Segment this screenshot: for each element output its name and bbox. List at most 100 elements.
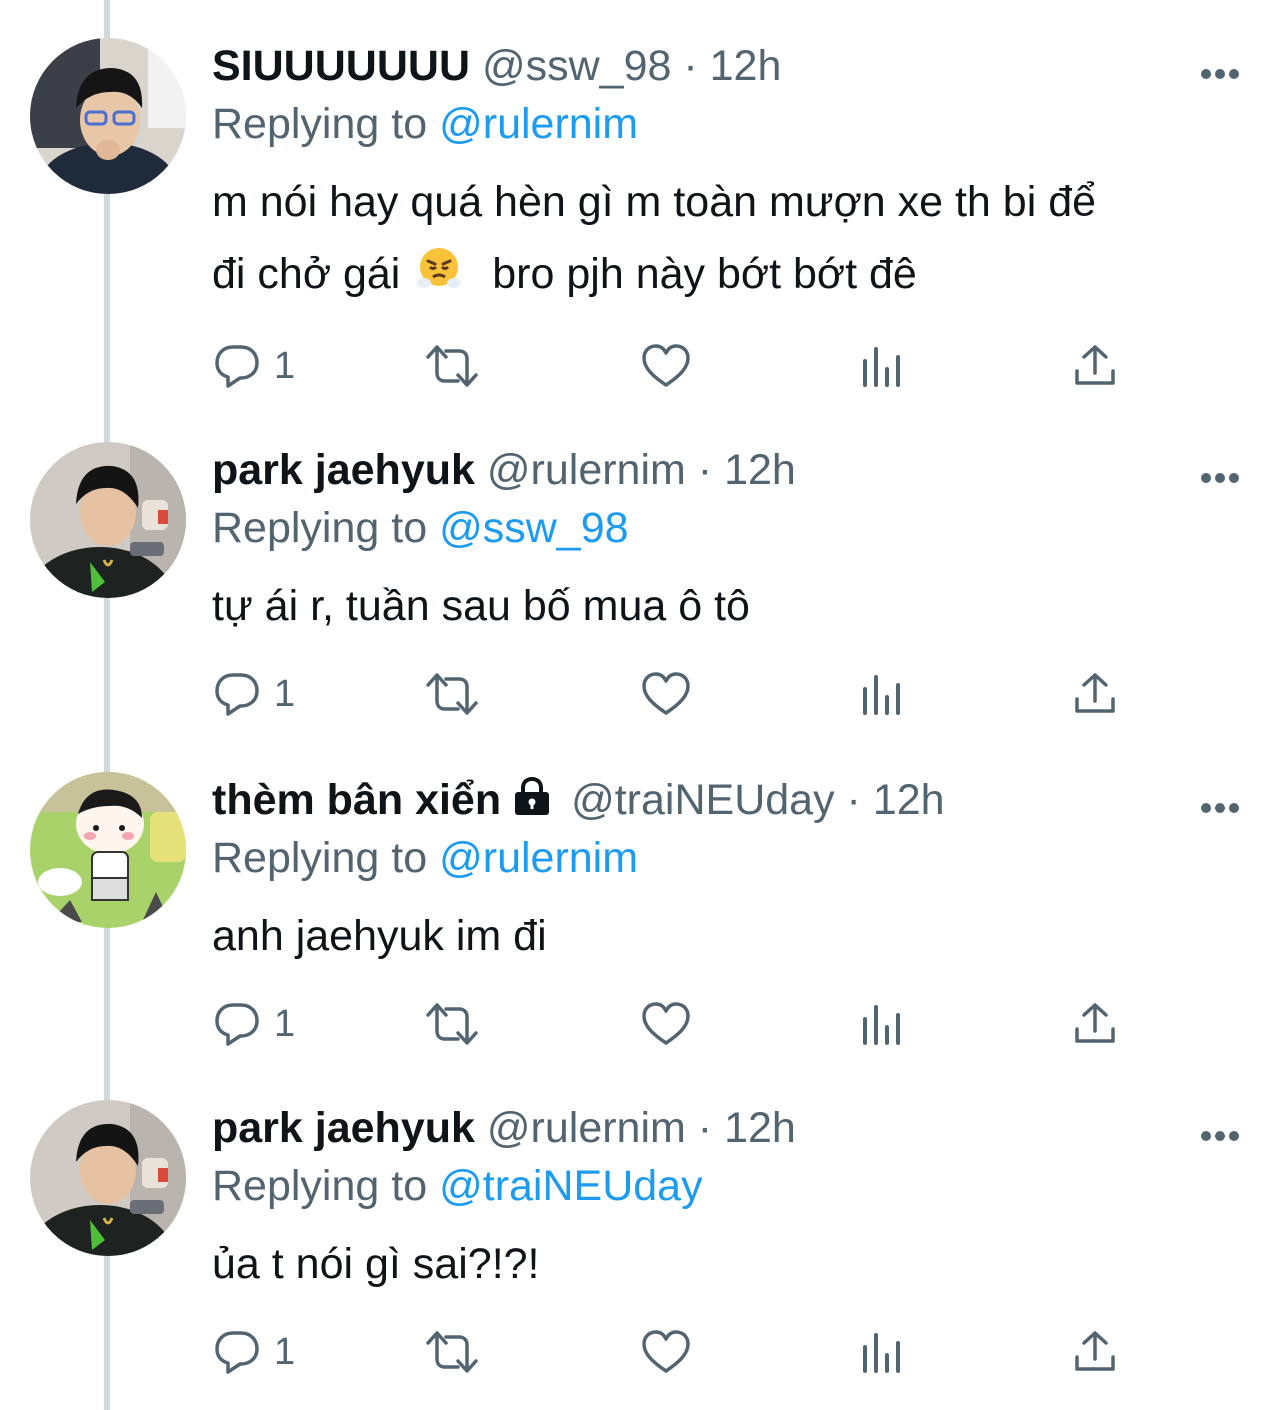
tweet-actions: 1 <box>0 664 1284 724</box>
reply-count: 1 <box>274 1330 296 1373</box>
tweet-text-line: anh jaehyuk im đi <box>212 912 547 960</box>
tweet-text: ủa t nói gì sai?!?! <box>212 1228 1242 1300</box>
separator-dot: · <box>697 1104 713 1152</box>
user-handle[interactable]: @traiNEUday <box>571 776 835 824</box>
heart-icon <box>641 1329 691 1375</box>
tweet-text-line: bro pjh này bớt bớt đê <box>492 250 917 298</box>
display-name[interactable]: park jaehyuk <box>212 1104 475 1152</box>
retweet-icon <box>424 1329 480 1375</box>
tweet-header: park jaehyuk @rulernim · 12h <box>212 442 796 498</box>
share-button[interactable] <box>1073 1322 1117 1382</box>
user-handle[interactable]: @rulernim <box>487 446 686 494</box>
user-handle[interactable]: @rulernim <box>487 1104 686 1152</box>
timestamp[interactable]: 12h <box>724 446 796 494</box>
replying-to: Replying to @rulernim <box>212 96 638 152</box>
display-name[interactable]: SIUUUUUUU <box>212 42 470 90</box>
like-button[interactable] <box>641 994 691 1054</box>
tweet-text-line: tự ái r, tuần sau bố mua ô tô <box>212 582 750 630</box>
reply-count: 1 <box>274 1002 296 1045</box>
tweet-text-line: m nói hay quá hèn gì m toàn mượn xe th b… <box>212 178 1097 226</box>
tweet-text-line: đi chở gái <box>212 250 401 298</box>
replying-to: Replying to @traiNEUday <box>212 1158 703 1214</box>
tweet-text: anh jaehyuk im đi <box>212 900 1242 972</box>
replying-to-link[interactable]: @ssw_98 <box>439 504 628 552</box>
lock-icon <box>509 775 555 831</box>
avatar[interactable] <box>30 1100 186 1256</box>
views-button[interactable] <box>860 336 904 396</box>
face-with-steam-from-nose-icon <box>416 241 462 313</box>
tweet-actions: 1 <box>0 336 1284 396</box>
replying-label: Replying to <box>212 1162 428 1210</box>
reply-button[interactable]: 1 <box>214 1322 295 1382</box>
tweet-actions: 1 <box>0 994 1284 1054</box>
retweet-icon <box>424 1001 480 1047</box>
more-icon[interactable] <box>1196 1108 1244 1148</box>
like-button[interactable] <box>641 664 691 724</box>
replying-label: Replying to <box>212 504 428 552</box>
reply-icon <box>214 1329 260 1375</box>
display-name[interactable]: park jaehyuk <box>212 446 475 494</box>
tweet-text: tự ái r, tuần sau bố mua ô tô <box>212 570 1242 642</box>
like-button[interactable] <box>641 1322 691 1382</box>
heart-icon <box>641 343 691 389</box>
share-icon <box>1073 343 1117 389</box>
tweet-header: park jaehyuk @rulernim · 12h <box>212 1100 796 1156</box>
reply-count: 1 <box>274 672 296 715</box>
timestamp[interactable]: 12h <box>724 1104 796 1152</box>
retweet-button[interactable] <box>424 336 480 396</box>
views-button[interactable] <box>860 994 904 1054</box>
timestamp[interactable]: 12h <box>873 776 945 824</box>
more-icon[interactable] <box>1196 46 1244 86</box>
views-icon <box>860 1001 904 1047</box>
replying-to: Replying to @rulernim <box>212 830 638 886</box>
avatar[interactable] <box>30 38 186 194</box>
reply-button[interactable]: 1 <box>214 336 295 396</box>
views-button[interactable] <box>860 1322 904 1382</box>
views-icon <box>860 1329 904 1375</box>
tweet-header: thèm bân xiển @traiNEUday · 12h <box>212 772 945 828</box>
separator-dot: · <box>846 776 861 824</box>
reply-icon <box>214 1001 260 1047</box>
replying-to-link[interactable]: @traiNEUday <box>439 1162 703 1210</box>
heart-icon <box>641 1001 691 1047</box>
avatar[interactable] <box>30 442 186 598</box>
views-icon <box>860 343 904 389</box>
retweet-button[interactable] <box>424 1322 480 1382</box>
more-icon[interactable] <box>1196 780 1244 820</box>
share-icon <box>1073 1001 1117 1047</box>
avatar[interactable] <box>30 772 186 928</box>
separator-dot: · <box>697 446 713 494</box>
replying-to: Replying to @ssw_98 <box>212 500 629 556</box>
share-button[interactable] <box>1073 994 1117 1054</box>
reply-icon <box>214 343 260 389</box>
retweet-icon <box>424 343 480 389</box>
display-name[interactable]: thèm bân xiển <box>212 776 501 824</box>
user-handle[interactable]: @ssw_98 <box>482 42 671 90</box>
tweet-text-line: ủa t nói gì sai?!?! <box>212 1240 540 1288</box>
reply-icon <box>214 671 260 717</box>
like-button[interactable] <box>641 336 691 396</box>
replying-label: Replying to <box>212 834 428 882</box>
heart-icon <box>641 671 691 717</box>
replying-to-link[interactable]: @rulernim <box>439 834 638 882</box>
share-icon <box>1073 671 1117 717</box>
retweet-button[interactable] <box>424 664 480 724</box>
retweet-button[interactable] <box>424 994 480 1054</box>
separator-dot: · <box>683 42 698 90</box>
retweet-icon <box>424 671 480 717</box>
views-icon <box>860 671 904 717</box>
views-button[interactable] <box>860 664 904 724</box>
reply-count: 1 <box>274 344 296 387</box>
share-button[interactable] <box>1073 336 1117 396</box>
share-button[interactable] <box>1073 664 1117 724</box>
tweet-header: SIUUUUUUU @ssw_98 · 12h <box>212 38 781 94</box>
more-icon[interactable] <box>1196 450 1244 490</box>
timestamp[interactable]: 12h <box>710 42 782 90</box>
replying-to-link[interactable]: @rulernim <box>439 100 638 148</box>
share-icon <box>1073 1329 1117 1375</box>
reply-button[interactable]: 1 <box>214 664 295 724</box>
tweet-actions: 1 <box>0 1322 1284 1382</box>
reply-button[interactable]: 1 <box>214 994 295 1054</box>
replying-label: Replying to <box>212 100 428 148</box>
tweet-text: m nói hay quá hèn gì m toàn mượn xe th b… <box>212 166 1242 313</box>
